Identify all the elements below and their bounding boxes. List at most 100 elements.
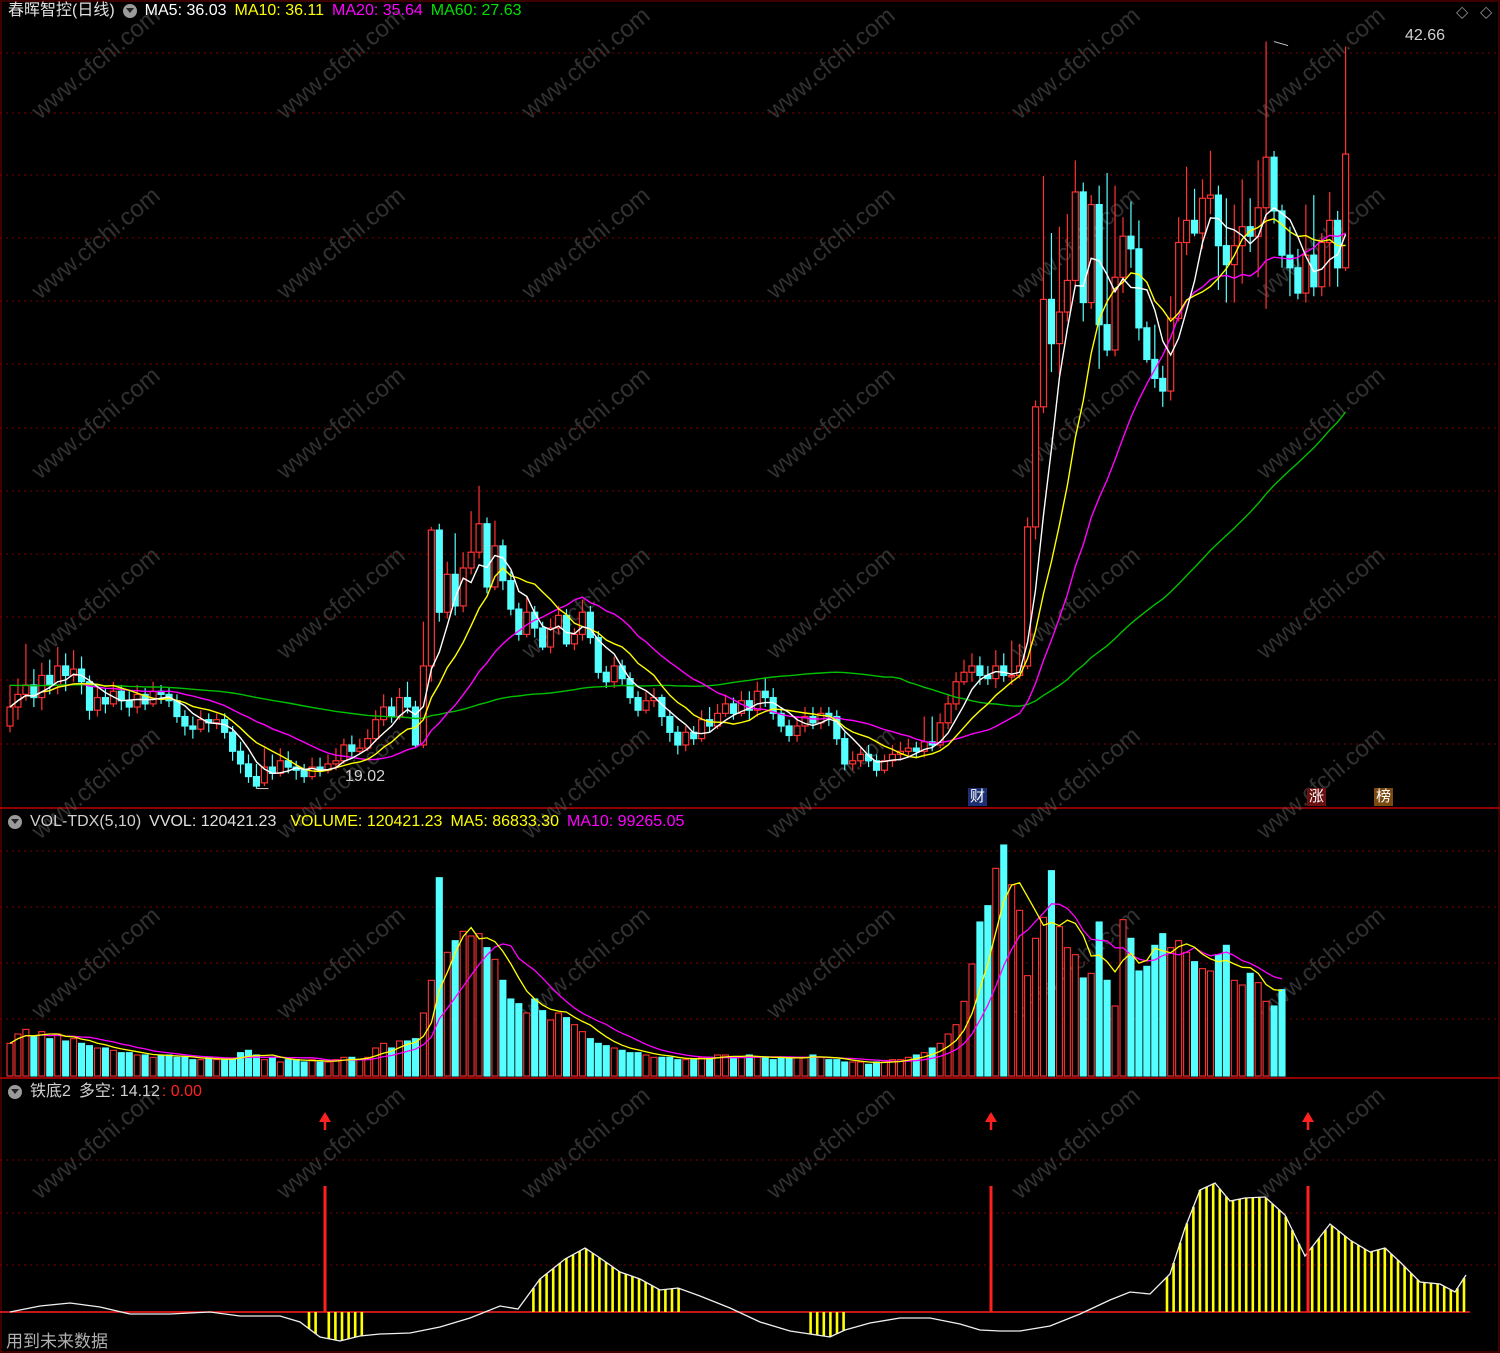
volume-bar <box>1087 972 1095 1077</box>
ma5-label: MA5: 36.03 <box>144 2 227 19</box>
volume-bar <box>1198 968 1207 1077</box>
candle-body <box>1159 377 1167 392</box>
candle-body <box>960 671 968 683</box>
volume-bar <box>403 1040 412 1077</box>
volume-bar <box>960 1000 968 1077</box>
volume-bar <box>547 1019 555 1077</box>
signal-arrow-icon <box>985 1112 997 1122</box>
volume-bar <box>1206 970 1214 1077</box>
watermark-text: www.cfchi.com <box>26 902 166 1025</box>
dropdown-icon[interactable] <box>8 815 22 829</box>
stock-name-title[interactable]: 春晖智控(日线) <box>8 0 115 22</box>
volume-bar <box>213 1059 221 1077</box>
watermark-text: www.cfchi.com <box>1251 722 1391 845</box>
dropdown-icon[interactable] <box>8 1085 22 1099</box>
candle-body <box>1087 204 1095 304</box>
watermark-text: www.cfchi.com <box>761 362 901 485</box>
stock-chart-canvas[interactable]: www.cfchi.com www.cfchi.com www.cfchi.com w… <box>0 0 1500 1353</box>
volume-bar <box>968 963 976 1077</box>
candle-body <box>944 703 952 724</box>
candle-body <box>1127 235 1135 250</box>
candle-body <box>642 700 650 711</box>
watermark-text: www.cfchi.com <box>1251 1082 1391 1205</box>
candle-body <box>372 719 380 740</box>
dropdown-icon[interactable] <box>122 4 137 18</box>
finance-event-tag[interactable]: 财 <box>968 788 988 806</box>
diamond-icon[interactable]: ◇ <box>1456 2 1468 22</box>
watermark-text: www.cfchi.com <box>26 542 166 665</box>
volume-bar <box>642 1054 650 1077</box>
candle-body <box>761 690 769 699</box>
volume-bar <box>729 1056 738 1077</box>
volume-bar <box>324 1061 332 1077</box>
volume-bar <box>1024 975 1032 1077</box>
candle-body <box>904 747 912 752</box>
watermark-text: www.cfchi.com <box>271 362 411 485</box>
ma10-label: MA10: 36.11 <box>234 2 325 19</box>
candle-body <box>698 719 706 740</box>
volume-bar <box>141 1054 149 1077</box>
candle-body <box>380 706 388 721</box>
volume-bar <box>1167 947 1175 1077</box>
watermark-text: www.cfchi.com <box>761 542 901 665</box>
candle-body <box>1198 197 1207 234</box>
volume-bar <box>857 1061 865 1077</box>
watermark-text: www.cfchi.com <box>516 362 656 485</box>
candle-body <box>1055 311 1064 345</box>
volume-bar <box>880 1061 889 1077</box>
volume-bar <box>1143 965 1151 1077</box>
oscillator-line <box>9 1182 1467 1342</box>
candle-body <box>1278 210 1286 256</box>
volume-bar <box>491 958 499 1077</box>
volume-bar <box>872 1061 881 1077</box>
volume-bar <box>133 1054 141 1077</box>
volume-bar <box>515 1003 523 1077</box>
volume-bar <box>690 1059 698 1077</box>
volume-bar <box>1246 972 1254 1077</box>
volume-bar <box>634 1052 642 1077</box>
watermark-text: www.cfchi.com <box>26 182 166 305</box>
volume-bar <box>865 1063 873 1077</box>
candle-body <box>1071 191 1079 282</box>
limit-up-event-tag[interactable]: 涨 <box>1307 788 1327 806</box>
candle-body <box>181 715 189 727</box>
volume-bar <box>205 1056 213 1077</box>
candle-body <box>467 551 475 569</box>
ranking-event-tag[interactable]: 榜 <box>1374 788 1394 806</box>
volume-bar <box>78 1042 86 1077</box>
volume-bar <box>1103 979 1111 1077</box>
expand-icon[interactable]: ◇ <box>1480 2 1492 22</box>
volume-bar <box>260 1059 268 1077</box>
candle-body <box>244 763 253 778</box>
candle-body <box>912 747 920 752</box>
volume-bar <box>1008 884 1016 1077</box>
volume-bar <box>1047 870 1055 1077</box>
candle-body <box>451 573 459 607</box>
candle-body <box>213 719 221 724</box>
volume-bar <box>777 1056 785 1077</box>
volume-bar <box>539 1010 547 1077</box>
volume-bar <box>825 1059 833 1077</box>
volume-bar <box>753 1056 761 1077</box>
volume-bar <box>1278 989 1286 1077</box>
candle-body <box>602 671 610 683</box>
candle-body <box>6 706 14 727</box>
vol-indicator-name[interactable]: VOL-TDX(5,10) <box>30 811 141 833</box>
volume-bar <box>189 1059 197 1077</box>
candle-body <box>1270 156 1278 212</box>
volume-bar <box>1262 1000 1270 1077</box>
watermark-text: www.cfchi.com <box>761 182 901 305</box>
volume-bar <box>197 1059 205 1077</box>
candle-body <box>1000 665 1008 677</box>
candle-body <box>952 681 960 705</box>
volume-bar <box>165 1054 173 1077</box>
candle-body <box>125 700 133 708</box>
indicator-name[interactable]: 铁底2 <box>30 1081 71 1103</box>
candle-body <box>1047 298 1056 345</box>
watermark-text: www.cfchi.com <box>1006 2 1146 125</box>
watermark-text: www.cfchi.com <box>761 902 901 1025</box>
volume-bar <box>1095 921 1103 1077</box>
volume-bar <box>928 1047 936 1077</box>
volume-bar <box>268 1056 276 1077</box>
volume-bar <box>435 877 443 1077</box>
